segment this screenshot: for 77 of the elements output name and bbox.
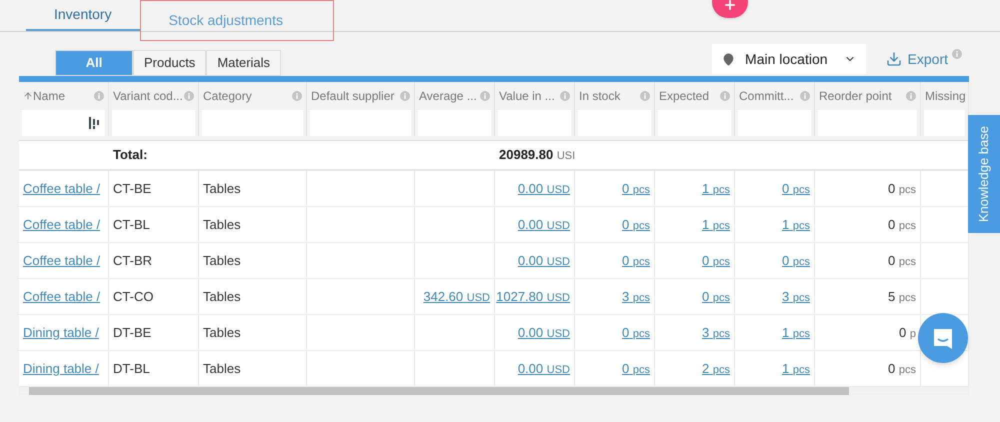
amount-link[interactable]: 0.00 USD xyxy=(518,250,570,270)
product-link[interactable]: Dining table / xyxy=(23,322,99,342)
table-cell-text: Tables xyxy=(203,216,241,234)
product-link[interactable]: Coffee table / xyxy=(23,250,100,270)
product-link[interactable]: Dining table / xyxy=(23,358,99,378)
bars-icon xyxy=(89,117,99,129)
amount-link[interactable]: 0 pcs xyxy=(702,286,730,306)
amount-link[interactable]: 1 pcs xyxy=(782,322,810,342)
total-label: Total: xyxy=(113,146,148,164)
location-dropdown[interactable]: Main location xyxy=(712,44,866,74)
amount-link[interactable]: 0 pcs xyxy=(622,358,650,378)
chat-icon xyxy=(931,326,955,350)
tab[interactable]: Inventory xyxy=(26,0,140,31)
table-cell-text: 0 pcs xyxy=(888,216,916,234)
table-cell-text: CT-BL xyxy=(113,216,150,234)
plus-icon xyxy=(723,0,737,12)
table-cell-text: 0 pcs xyxy=(888,360,916,378)
table-cell-text: Tables xyxy=(203,360,241,378)
amount-link[interactable]: 1 pcs xyxy=(702,178,730,198)
amount-link[interactable]: 1 pcs xyxy=(782,358,810,378)
amount-link[interactable]: 342.60 USD xyxy=(423,286,490,306)
amount-link[interactable]: 0.00 USD xyxy=(518,322,570,342)
info-icon xyxy=(800,91,810,101)
table-cell-text: DT-BE xyxy=(113,324,152,342)
product-link[interactable]: Coffee table / xyxy=(23,178,100,198)
amount-link[interactable]: 0 pcs xyxy=(622,178,650,198)
amount-link[interactable]: 0 pcs xyxy=(782,178,810,198)
info-icon xyxy=(400,91,410,101)
product-link[interactable]: Coffee table / xyxy=(23,286,100,306)
amount-link[interactable]: 2 pcs xyxy=(702,358,730,378)
amount-link[interactable]: 1 pcs xyxy=(782,214,810,234)
table-cell-text: CT-BE xyxy=(113,180,152,198)
amount-link[interactable]: 0 pcs xyxy=(702,250,730,270)
filter-tab[interactable]: All xyxy=(55,50,133,76)
amount-link[interactable]: 0.00 USD xyxy=(518,358,570,378)
table-cell-text: CT-CO xyxy=(113,288,154,306)
table-cell-text: DT-BL xyxy=(113,360,150,378)
info-icon xyxy=(720,91,730,101)
sort-icon xyxy=(23,91,33,101)
amount-link[interactable]: 0.00 USD xyxy=(518,178,570,198)
total-value: 20989.80 USI xyxy=(499,146,576,164)
amount-link[interactable]: 3 pcs xyxy=(702,322,730,342)
info-icon xyxy=(640,91,650,101)
info-icon xyxy=(94,91,104,101)
table-cell-text: 0 pcs xyxy=(888,252,916,270)
amount-link[interactable]: 3 pcs xyxy=(622,286,650,306)
amount-link[interactable]: 1027.80 USD xyxy=(496,286,570,306)
download-icon xyxy=(886,51,902,67)
info-icon xyxy=(292,91,302,101)
info-icon xyxy=(952,48,962,58)
pin-icon xyxy=(722,52,736,66)
table-cell-text: 0 p xyxy=(899,324,916,342)
table-cell-text: Tables xyxy=(203,180,241,198)
info-icon xyxy=(560,91,570,101)
amount-link[interactable]: 0 pcs xyxy=(622,214,650,234)
knowledge-base-tab[interactable]: Knowledge base xyxy=(968,115,1000,233)
amount-link[interactable]: 0 pcs xyxy=(622,250,650,270)
table-cell-text: Tables xyxy=(203,252,241,270)
info-icon xyxy=(480,91,490,101)
table-cell-text: Tables xyxy=(203,324,241,342)
filter-field[interactable] xyxy=(22,110,105,136)
product-link[interactable]: Coffee table / xyxy=(23,214,100,234)
filter-tab[interactable]: Materials xyxy=(206,50,282,76)
table-cell-text: 5 pcs xyxy=(888,288,916,306)
table-cell-text: Tables xyxy=(203,288,241,306)
table-cell-text: 0 pcs xyxy=(888,180,916,198)
amount-link[interactable]: 1 pcs xyxy=(702,214,730,234)
info-icon xyxy=(906,91,916,101)
amount-link[interactable]: 0 pcs xyxy=(782,250,810,270)
amount-link[interactable]: 0 pcs xyxy=(622,322,650,342)
amount-link[interactable]: 0.00 USD xyxy=(518,214,570,234)
tab[interactable]: Stock adjustments xyxy=(140,0,334,41)
export-button[interactable]: Export xyxy=(886,48,948,70)
amount-link[interactable]: 3 pcs xyxy=(782,286,810,306)
table-cell-text: CT-BR xyxy=(113,252,152,270)
filter-tab[interactable]: Products xyxy=(133,50,206,76)
info-icon xyxy=(184,91,194,101)
